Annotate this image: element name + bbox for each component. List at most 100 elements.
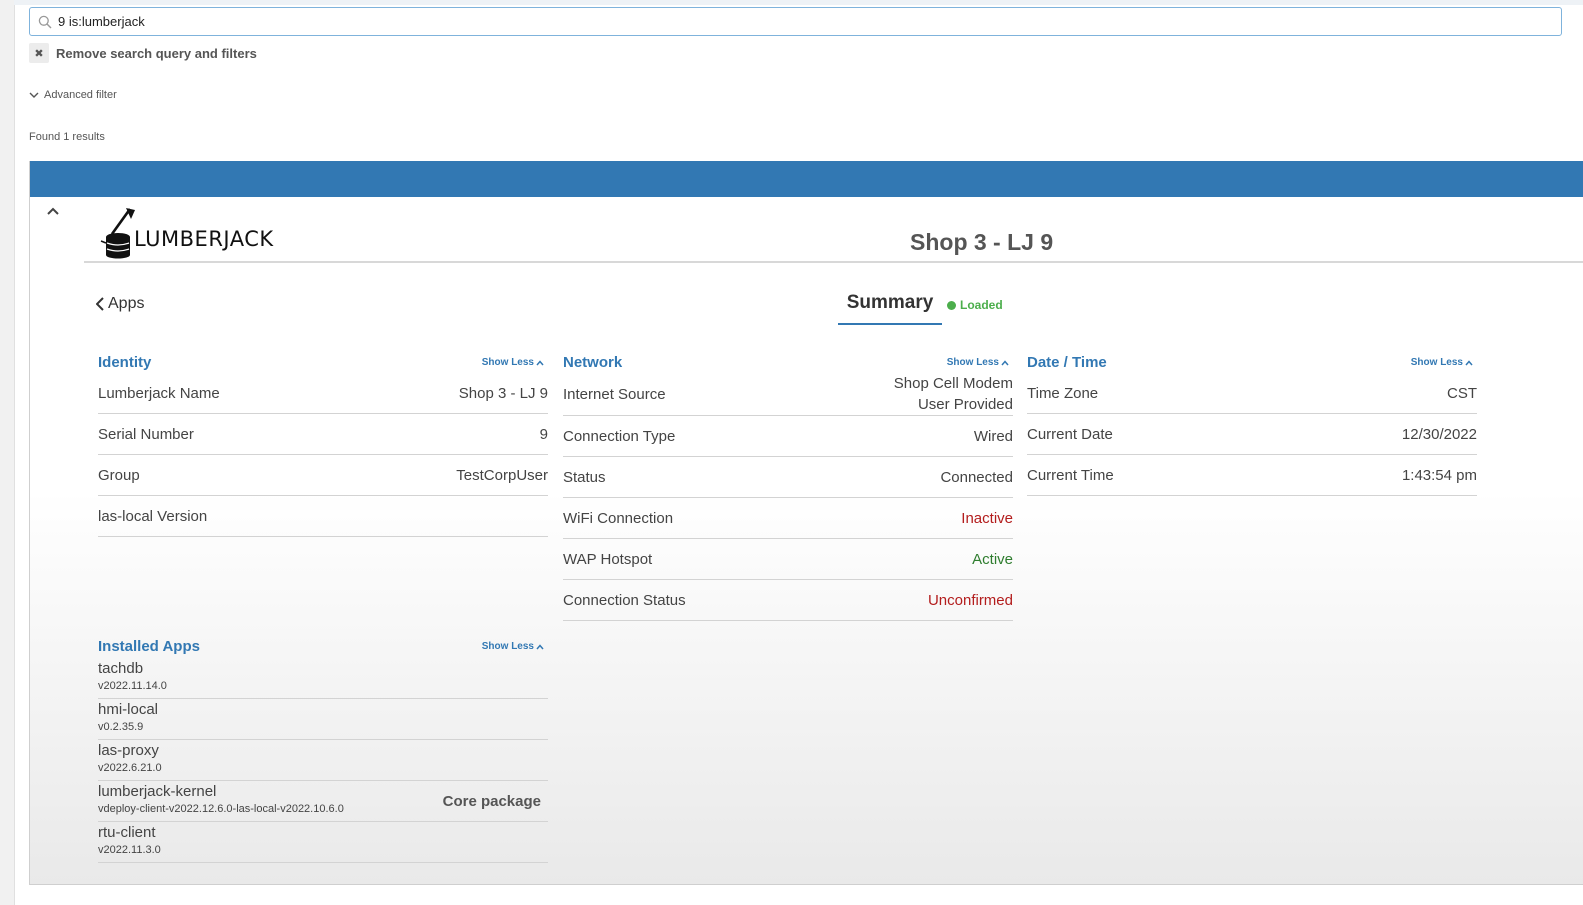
axe-stump-icon <box>100 208 135 259</box>
app-version: v2022.6.21.0 <box>98 762 162 774</box>
chevron-up-icon <box>1001 359 1009 365</box>
apps-back-link[interactable]: Apps <box>96 295 144 313</box>
show-less-label: Show Less <box>481 357 534 368</box>
row-label: Status <box>563 469 606 486</box>
installed-apps-section: Installed Apps Show Less tachdb v2022.11… <box>98 638 548 863</box>
datetime-row: Time Zone CST <box>1027 374 1477 414</box>
identity-section: Identity Show Less Lumberjack Name Shop … <box>98 354 548 537</box>
top-strip <box>14 0 1583 5</box>
chevron-up-icon <box>1465 359 1473 365</box>
network-row: WAP Hotspot Active <box>563 539 1013 580</box>
row-value-secondary: User Provided <box>917 396 1013 413</box>
app-name: rtu-client <box>98 824 156 841</box>
app-name: tachdb <box>98 660 144 677</box>
show-less-label: Show Less <box>481 641 534 652</box>
network-title: Network <box>563 354 623 371</box>
card-header-bar <box>30 161 1583 197</box>
show-less-button[interactable]: Show Less <box>482 641 544 652</box>
advanced-filter-label: Advanced filter <box>44 89 117 101</box>
show-less-button[interactable]: Show Less <box>482 357 544 368</box>
list-item: las-proxy v2022.6.21.0 <box>98 740 548 781</box>
row-value: Shop 3 - LJ 9 <box>458 385 548 402</box>
list-item: hmi-local v0.2.35.9 <box>98 699 548 740</box>
status-badge: Loaded <box>947 298 1003 312</box>
row-label: Serial Number <box>98 426 194 443</box>
chevron-left-icon <box>96 297 104 311</box>
identity-row: Lumberjack Name Shop 3 - LJ 9 <box>98 374 548 414</box>
search-input[interactable] <box>58 14 1561 29</box>
section-header: Installed Apps Show Less <box>98 638 548 658</box>
row-label: Internet Source <box>563 386 666 403</box>
app-name: hmi-local <box>98 701 159 718</box>
row-label: WiFi Connection <box>563 510 674 527</box>
show-less-label: Show Less <box>946 357 999 368</box>
lumberjack-logo: LUMBERJACK <box>100 205 274 259</box>
chevron-up-icon <box>536 643 544 649</box>
row-label: Current Time <box>1027 467 1114 484</box>
search-box[interactable] <box>29 7 1562 36</box>
row-value: 9 <box>539 426 548 443</box>
row-label: Group <box>98 467 140 484</box>
status-value: Active <box>972 551 1013 568</box>
row-value: Shop Cell Modem <box>893 375 1013 392</box>
section-header: Network Show Less <box>563 354 1013 374</box>
advanced-filter-toggle[interactable]: Advanced filter <box>29 89 117 101</box>
show-less-label: Show Less <box>1410 357 1463 368</box>
row-label: Time Zone <box>1027 385 1099 402</box>
core-package-tag: Core package <box>442 793 541 810</box>
chevron-up-icon[interactable] <box>46 207 60 216</box>
row-label: Connection Type <box>563 428 676 445</box>
loaded-label: Loaded <box>960 298 1003 312</box>
row-label: las-local Version <box>98 508 208 525</box>
network-row: Internet Source Shop Cell Modem User Pro… <box>563 374 1013 416</box>
chevron-up-icon <box>536 359 544 365</box>
remove-filters-label[interactable]: Remove search query and filters <box>56 46 257 61</box>
app-version: v2022.11.14.0 <box>98 680 167 692</box>
status-value: Inactive <box>961 510 1013 527</box>
identity-row: las-local Version <box>98 496 548 537</box>
section-header: Date / Time Show Less <box>1027 354 1477 374</box>
list-item: lumberjack-kernel vdeploy-client-v2022.1… <box>98 781 548 822</box>
status-dot-icon <box>947 300 956 310</box>
datetime-title: Date / Time <box>1027 354 1107 371</box>
network-row: Connection Type Wired <box>563 416 1013 457</box>
row-label: Lumberjack Name <box>98 385 220 402</box>
header-divider <box>84 261 1583 263</box>
row-value: Connected <box>940 469 1013 486</box>
apps-label: Apps <box>108 295 145 312</box>
network-section: Network Show Less Internet Source Shop C… <box>563 354 1013 621</box>
identity-row: Serial Number 9 <box>98 414 548 455</box>
app-name: lumberjack-kernel <box>98 783 217 800</box>
show-less-button[interactable]: Show Less <box>947 357 1009 368</box>
close-icon[interactable]: ✖ <box>29 43 49 63</box>
search-icon <box>38 15 52 28</box>
row-value: 12/30/2022 <box>1401 426 1477 443</box>
device-title: Shop 3 - LJ 9 <box>910 229 1054 255</box>
chevron-down-icon <box>29 92 39 98</box>
network-row: Status Connected <box>563 457 1013 498</box>
app-version: v2022.11.3.0 <box>98 844 161 856</box>
row-value: 1:43:54 pm <box>1401 467 1477 484</box>
row-value: TestCorpUser <box>456 467 548 484</box>
list-item: rtu-client v2022.11.3.0 <box>98 822 548 863</box>
left-rail <box>0 0 15 905</box>
datetime-section: Date / Time Show Less Time Zone CST Curr… <box>1027 354 1477 496</box>
remove-filters-row[interactable]: ✖ Remove search query and filters <box>29 42 257 64</box>
network-row: WiFi Connection Inactive <box>563 498 1013 539</box>
datetime-row: Current Time 1:43:54 pm <box>1027 455 1477 496</box>
show-less-button[interactable]: Show Less <box>1411 357 1473 368</box>
app-version: v0.2.35.9 <box>98 721 144 733</box>
datetime-row: Current Date 12/30/2022 <box>1027 414 1477 455</box>
tab-summary[interactable]: Summary <box>838 292 942 325</box>
row-value: Wired <box>973 428 1013 445</box>
identity-row: Group TestCorpUser <box>98 455 548 496</box>
section-header: Identity Show Less <box>98 354 548 374</box>
row-label: Connection Status <box>563 592 686 609</box>
logo-text: LUMBERJACK <box>134 227 274 251</box>
identity-title: Identity <box>98 354 152 371</box>
row-label: Current Date <box>1027 426 1113 443</box>
results-count: Found 1 results <box>29 131 105 143</box>
row-value: CST <box>1447 385 1477 402</box>
list-item: tachdb v2022.11.14.0 <box>98 658 548 699</box>
row-label: WAP Hotspot <box>563 551 653 568</box>
